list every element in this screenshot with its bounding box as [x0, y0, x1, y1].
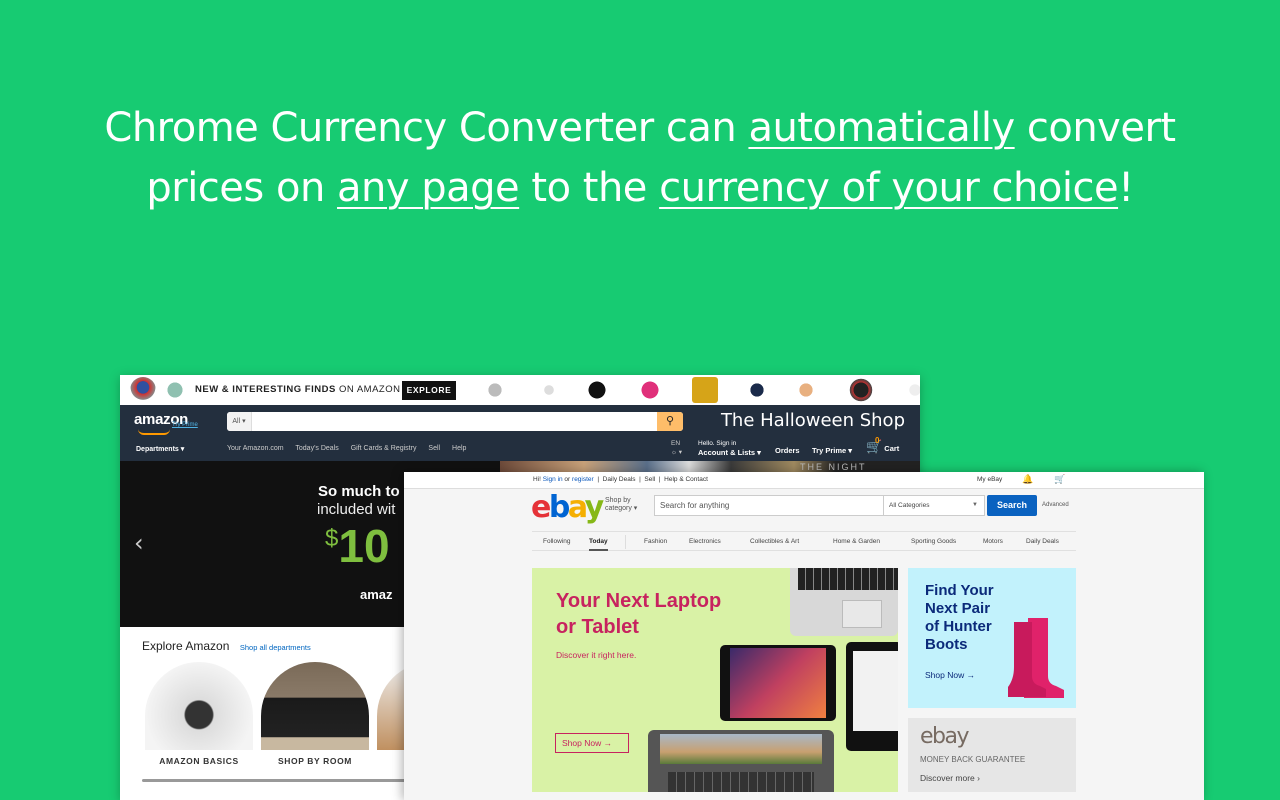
- laptop-image: [790, 568, 898, 636]
- top-nav-links[interactable]: | Daily Deals | Sell | Help & Contact: [594, 476, 708, 483]
- headline-line-1: Chrome Currency Converter can automatica…: [104, 105, 1176, 151]
- guarantee-text: MONEY BACK GUARANTEE: [920, 755, 1026, 764]
- ebay-window: Hi! Sign in or register | Daily Deals | …: [404, 472, 1204, 800]
- tab-motors[interactable]: Motors: [983, 538, 1003, 545]
- boots-image: [1008, 618, 1064, 698]
- amazon-promo-bar: NEW & INTERESTING FINDS ON AMAZON EXPLOR…: [120, 375, 920, 405]
- category-image-amazon-basics[interactable]: [145, 662, 253, 750]
- nav-link-todays-deals[interactable]: Today's Deals: [295, 445, 338, 452]
- nav-link-help[interactable]: Help: [452, 445, 466, 452]
- hunter-boots-banner[interactable]: Find Your Next Pair of Hunter Boots Shop…: [908, 568, 1076, 708]
- hero-line-1: So much to: [318, 483, 400, 500]
- amazon-nav: amazon Try Prime All ▾ ⚲ The Halloween S…: [120, 405, 920, 461]
- product-thumb-lamp[interactable]: [536, 377, 562, 403]
- ebay-logo[interactable]: ebay: [531, 490, 604, 525]
- product-thumb-clock[interactable]: [482, 377, 508, 403]
- shop-all-departments-link[interactable]: Shop all departments: [240, 643, 311, 652]
- headline: Chrome Currency Converter can automatica…: [0, 98, 1280, 218]
- tab-electronics[interactable]: Electronics: [689, 538, 721, 545]
- category-scrollbar[interactable]: [142, 779, 412, 782]
- language-selector[interactable]: EN ☼ ▾: [671, 439, 682, 457]
- product-thumb-r2d2[interactable]: [130, 377, 156, 403]
- cart-icon[interactable]: 🛒: [1054, 474, 1065, 485]
- ebay-logo-gray: ebay: [920, 724, 970, 749]
- explore-title: Explore Amazon: [142, 639, 230, 653]
- account-menu[interactable]: Hello. Sign in Account & Lists ▾: [698, 439, 761, 458]
- search-icon: ⚲: [665, 415, 675, 427]
- try-prime-menu[interactable]: Try Prime ▾: [812, 446, 852, 455]
- money-back-guarantee-banner[interactable]: ebay MONEY BACK GUARANTEE Discover more …: [908, 718, 1076, 792]
- hero-amazon-logo: amaz: [360, 587, 393, 602]
- banner-title: Your Next Laptop or Tablet: [556, 590, 722, 638]
- tab-today[interactable]: Today: [589, 538, 608, 551]
- nav-link-your-amazon[interactable]: Your Amazon.com: [227, 445, 284, 452]
- product-thumb-socks[interactable]: [744, 377, 770, 403]
- advanced-search-link[interactable]: Advanced: [1042, 502, 1069, 508]
- tab-sporting-goods[interactable]: Sporting Goods: [911, 538, 956, 545]
- bell-icon[interactable]: 🔔: [1022, 474, 1033, 485]
- product-thumb-tent[interactable]: [902, 377, 920, 403]
- shop-by-category-menu[interactable]: Shop by category ▾: [605, 497, 637, 513]
- my-ebay-link[interactable]: My eBay: [977, 476, 1002, 483]
- kindle-image: [846, 642, 898, 751]
- hero-line-2: included wit: [317, 501, 396, 518]
- product-thumb-decanter[interactable]: [793, 377, 819, 403]
- amazon-nav-links: Your Amazon.com Today's Deals Gift Cards…: [227, 445, 476, 452]
- halloween-shop-banner[interactable]: The Halloween Shop: [721, 410, 905, 431]
- emphasis-currency-choice: currency of your choice: [659, 165, 1119, 211]
- amazon-smile-icon: [138, 429, 170, 435]
- explore-amazon-section: Explore Amazon Shop all departments: [142, 637, 311, 655]
- emphasis-any-page: any page: [337, 165, 520, 211]
- product-thumb-vader[interactable]: [848, 377, 874, 403]
- amazon-subnav: Departments ▾ Your Amazon.com Today's De…: [120, 436, 920, 459]
- nav-link-gift-cards[interactable]: Gift Cards & Registry: [351, 445, 417, 452]
- try-prime-link[interactable]: Try Prime: [172, 422, 198, 428]
- orders-link[interactable]: Orders: [775, 446, 800, 455]
- carousel-prev-icon[interactable]: ‹: [134, 529, 144, 557]
- shop-now-button[interactable]: Shop Now →: [555, 733, 629, 753]
- tablet-image: [720, 645, 836, 721]
- ebay-top-links: Hi! Sign in or register | Daily Deals | …: [533, 476, 708, 483]
- nav-link-sell[interactable]: Sell: [428, 445, 440, 452]
- ebay-top-bar: Hi! Sign in or register | Daily Deals | …: [404, 472, 1204, 489]
- cart-count: 0: [875, 436, 880, 445]
- hero-price: $10: [325, 520, 390, 572]
- amazon-search-button[interactable]: ⚲: [657, 412, 683, 431]
- departments-menu[interactable]: Departments ▾: [136, 445, 184, 453]
- shop-now-button[interactable]: Shop Now →: [925, 670, 975, 680]
- cart-button[interactable]: 🛒 0 Cart: [866, 436, 899, 455]
- category-label[interactable]: AMAZON BASICS: [145, 756, 253, 766]
- category-select[interactable]: All Categories ▼: [884, 495, 985, 516]
- tab-collectibles[interactable]: Collectibles & Art: [750, 538, 799, 545]
- amazon-search-input[interactable]: All ▾: [227, 412, 683, 431]
- ebay-category-nav: Following Today Fashion Electronics Coll…: [532, 531, 1076, 551]
- category-label[interactable]: SHOP BY ROOM: [261, 756, 369, 766]
- search-category-select[interactable]: All ▾: [227, 412, 252, 431]
- product-thumb-octopus[interactable]: [637, 377, 663, 403]
- sign-in-link[interactable]: Sign in: [543, 476, 563, 483]
- product-thumb-dragon[interactable]: [162, 377, 188, 403]
- product-thumb-cat[interactable]: [584, 377, 610, 403]
- banner-subtitle: Discover it right here.: [556, 650, 637, 660]
- globe-icon: ☼ ▾: [671, 449, 683, 456]
- emphasis-automatically: automatically: [748, 105, 1015, 151]
- promo-text: NEW & INTERESTING FINDS ON AMAZON: [195, 384, 401, 395]
- register-link[interactable]: register: [572, 476, 594, 483]
- ebay-search-button[interactable]: Search: [987, 495, 1037, 516]
- tab-following[interactable]: Following: [543, 538, 570, 545]
- product-thumb-pillow[interactable]: [692, 377, 718, 403]
- ebay-search-input[interactable]: Search for anything: [654, 495, 884, 516]
- tab-home-garden[interactable]: Home & Garden: [833, 538, 880, 545]
- banner-title: Find Your Next Pair of Hunter Boots: [925, 582, 994, 653]
- nav-divider: [625, 535, 626, 549]
- tab-daily-deals[interactable]: Daily Deals: [1026, 538, 1059, 545]
- laptop-tablet-banner[interactable]: Your Next Laptop or Tablet Discover it ri…: [532, 568, 898, 792]
- tab-fashion[interactable]: Fashion: [644, 538, 667, 545]
- explore-button[interactable]: EXPLORE: [402, 381, 456, 400]
- headline-line-2: prices on any page to the currency of yo…: [146, 165, 1134, 211]
- category-image-shop-by-room[interactable]: [261, 662, 369, 750]
- chevron-down-icon: ▼: [972, 502, 978, 508]
- discover-more-link[interactable]: Discover more ›: [920, 773, 980, 783]
- laptop-image-2: [648, 730, 834, 792]
